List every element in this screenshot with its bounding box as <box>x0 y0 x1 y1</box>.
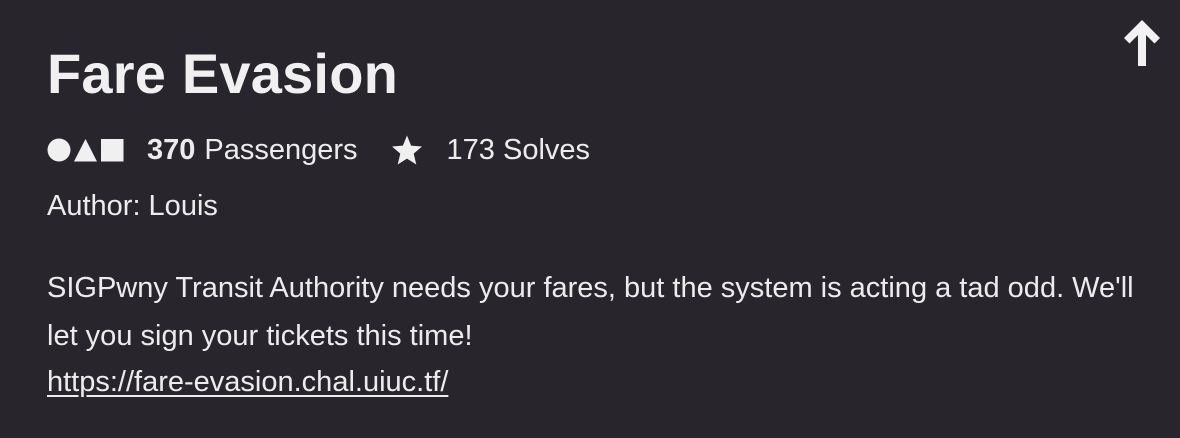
challenge-title: Fare Evasion <box>47 42 399 105</box>
challenge-stats: 370 Passengers 173 Solves <box>47 130 590 170</box>
challenge-card: Fare Evasion 370 Passengers 173 Solves A… <box>0 0 1180 438</box>
challenge-description: SIGPwny Transit Authority needs your far… <box>47 272 1134 352</box>
solves-label: 173 Solves <box>446 133 591 166</box>
challenge-link[interactable]: https://fare-evasion.chal.uiuc.tf/ <box>47 362 448 402</box>
passengers-count: 370 <box>147 133 196 166</box>
passengers-label: Passengers <box>204 133 358 166</box>
arrow-up-icon <box>1124 20 1160 66</box>
shapes-icon <box>47 138 125 162</box>
challenge-author: Author: Louis <box>47 190 218 222</box>
collapse-button[interactable] <box>1120 16 1164 70</box>
star-icon <box>391 135 423 165</box>
